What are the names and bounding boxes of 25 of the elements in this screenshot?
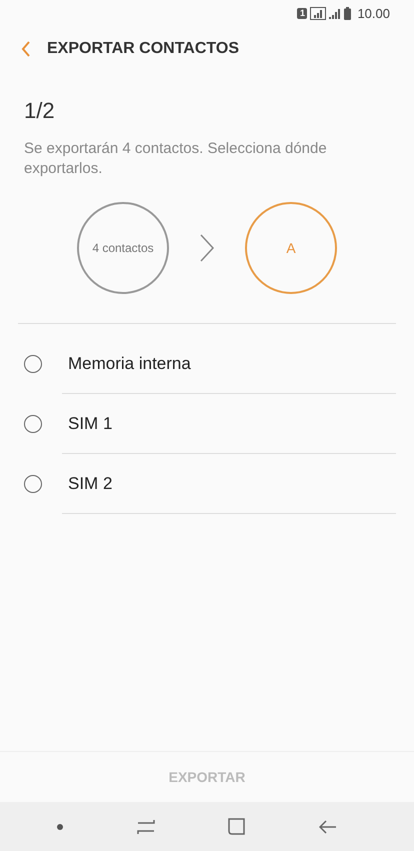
battery-icon bbox=[344, 6, 352, 20]
dot-icon[interactable] bbox=[56, 824, 63, 830]
page-title: EXPORTAR CONTACTOS bbox=[47, 40, 240, 58]
recents-icon[interactable] bbox=[136, 818, 155, 834]
radio-button[interactable] bbox=[24, 415, 42, 433]
status-time: 10.00 bbox=[357, 6, 390, 20]
chevron-icon bbox=[199, 234, 215, 262]
storage-option[interactable]: SIM 2 bbox=[0, 454, 414, 514]
option-label: Memoria interna bbox=[68, 354, 191, 374]
storage-option[interactable]: SIM 1 bbox=[0, 394, 414, 454]
sim-badge: 1 bbox=[297, 8, 308, 18]
radio-button[interactable] bbox=[24, 475, 42, 493]
signal-icon bbox=[329, 8, 342, 18]
source-circle: 4 contactos bbox=[77, 202, 169, 294]
option-label: SIM 2 bbox=[68, 474, 112, 494]
step-counter: 1/2 bbox=[24, 98, 56, 124]
home-icon[interactable] bbox=[228, 818, 246, 835]
target-circle: A bbox=[245, 202, 337, 294]
storage-option[interactable]: Memoria interna bbox=[0, 334, 414, 394]
signal-icon bbox=[310, 6, 326, 20]
back-icon bbox=[21, 41, 31, 57]
option-label: SIM 1 bbox=[68, 414, 112, 434]
radio-button[interactable] bbox=[24, 355, 42, 373]
back-nav-icon[interactable] bbox=[319, 820, 338, 834]
description-text: Se exportarán 4 contactos. Selecciona dónde exportarlos. bbox=[24, 139, 328, 179]
